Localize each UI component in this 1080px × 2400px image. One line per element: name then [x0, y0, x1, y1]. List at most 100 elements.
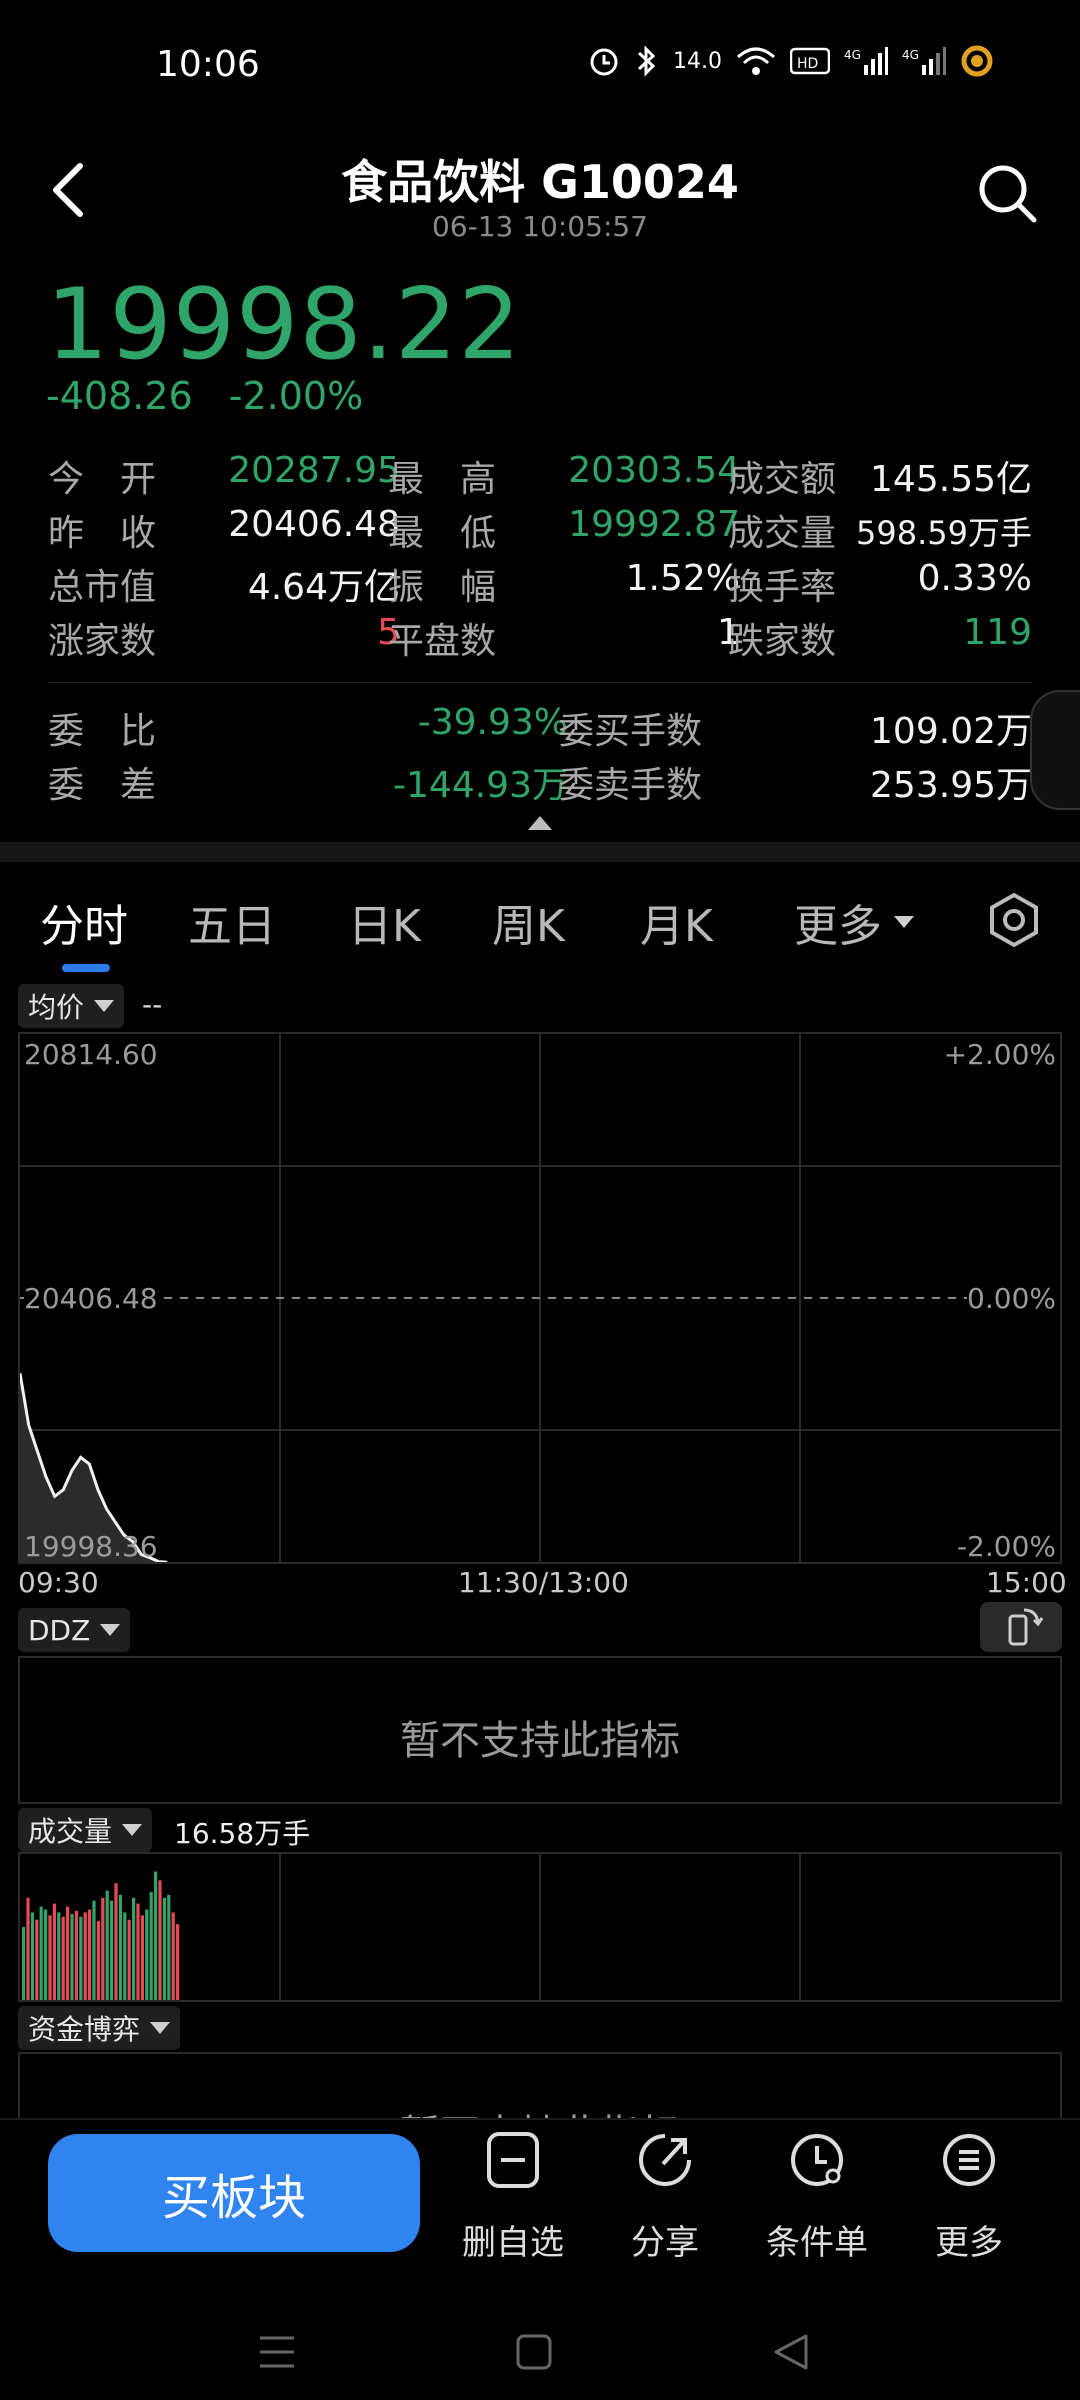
conditional-order-button[interactable]: 条件单: [752, 2130, 882, 2264]
sell-lots-label: 委卖手数: [558, 765, 703, 806]
volume-bar: [26, 1897, 30, 2000]
signal-4g-icon-2: 4G: [902, 47, 946, 75]
ddz-unsupported-message: 暂不支持此指标: [400, 1718, 680, 1764]
tab-more-label: 更多: [794, 901, 882, 952]
tab-monthly-k[interactable]: 月K: [640, 890, 713, 954]
advancers-label: 涨家数: [48, 621, 157, 662]
sell-lots-value: 253.95万: [870, 765, 1032, 806]
market-cap-value: 4.64万亿: [247, 567, 400, 608]
buy-lots-label: 委买手数: [558, 711, 703, 752]
decliners-value: 119: [963, 612, 1032, 653]
unchanged-label: 平盘数: [388, 621, 497, 662]
change-amount: -408.26: [46, 374, 193, 418]
tab-intraday[interactable]: 分时: [40, 890, 128, 954]
price-mid-label: 20406.48: [24, 1282, 158, 1315]
volume-bar: [132, 1897, 136, 2000]
avg-price-dropdown[interactable]: 均价: [18, 984, 125, 1028]
remove-watchlist-button[interactable]: 删自选: [448, 2130, 578, 2264]
wifi-icon: [737, 47, 775, 75]
clock-icon: [791, 2134, 843, 2186]
prev-close-value: 20406.48: [228, 504, 400, 545]
buy-lots-value: 109.02万: [870, 711, 1032, 752]
bid-diff-label: 委 差: [48, 765, 157, 806]
volume-label: 成交量: [728, 513, 837, 554]
recent-apps-icon[interactable]: [258, 2334, 296, 2370]
tab-more[interactable]: 更多: [794, 890, 914, 954]
ddz-panel: 暂不支持此指标: [18, 1656, 1062, 1804]
chevron-down-icon: [100, 1624, 121, 1636]
bluetooth-icon: [637, 45, 656, 77]
tab-daily-k[interactable]: 日K: [348, 890, 421, 954]
tab-five-day[interactable]: 五日: [188, 890, 276, 954]
amount-value: 145.55亿: [870, 459, 1032, 500]
volume-bar: [70, 1913, 74, 2000]
volume-bar: [39, 1906, 43, 2000]
fund-flow-label: 资金博弈: [28, 2013, 141, 2046]
back-nav-icon[interactable]: [772, 2332, 810, 2372]
rotate-icon: [1008, 1608, 1044, 1646]
chevron-down-icon: [94, 1000, 115, 1012]
volume-bar: [154, 1871, 158, 2000]
divider: [48, 682, 1032, 683]
section-separator: [0, 842, 1080, 862]
bid-ratio-value: -39.93%: [417, 702, 568, 743]
low-value: 19992.87: [568, 504, 740, 545]
status-time: 10:06: [156, 44, 260, 85]
remove-watchlist-icon: [487, 2132, 539, 2188]
buy-sector-button[interactable]: 买板块: [48, 2134, 420, 2252]
share-button[interactable]: 分享: [600, 2130, 730, 2264]
battery-icon: [961, 45, 993, 77]
home-icon[interactable]: [516, 2334, 552, 2370]
page-title: 食品饮料 G10024: [341, 155, 739, 209]
low-label: 最 低: [388, 513, 497, 554]
ddz-dropdown[interactable]: DDZ: [18, 1608, 131, 1652]
bid-diff-value: -144.93万: [393, 765, 568, 806]
more-actions-button[interactable]: 更多: [904, 2130, 1034, 2264]
pct-mid-label: 0.00%: [967, 1282, 1056, 1315]
bid-ratio-label: 委 比: [48, 711, 157, 752]
volume-bar: [118, 1894, 122, 2000]
rotate-screen-button[interactable]: [980, 1602, 1062, 1652]
svg-text:4G: 4G: [902, 48, 919, 62]
volume-bar: [101, 1897, 105, 2000]
hd-icon: HD: [790, 47, 830, 75]
intraday-chart-canvas: [20, 1034, 1060, 1562]
volume-bar: [176, 1924, 180, 2000]
volume-bar: [79, 1916, 83, 2000]
volume-value: 598.59万手: [856, 514, 1032, 552]
change-percent: -2.00%: [228, 374, 364, 418]
network-speed: 14.0: [673, 48, 722, 74]
settings-gear-icon[interactable]: [986, 892, 1042, 948]
quote-row: 今 开 20287.95 最 高 20303.54 成交额 145.55亿: [48, 450, 1032, 504]
open-label: 今 开: [48, 459, 157, 500]
volume-bar: [140, 1915, 144, 2000]
volume-bar: [171, 1912, 175, 2000]
remove-watchlist-label: 删自选: [462, 2223, 564, 2263]
fund-flow-dropdown[interactable]: 资金博弈: [18, 2006, 181, 2050]
side-drawer-handle[interactable]: [1030, 690, 1080, 810]
volume-bar: [52, 1903, 56, 2000]
chevron-down-icon: [894, 916, 914, 928]
volume-bar: [167, 1894, 171, 2000]
turnover-label: 换手率: [728, 567, 837, 608]
time-mid-label: 11:30/13:00: [458, 1566, 629, 1599]
alarm-icon: [590, 48, 618, 76]
volume-bar: [96, 1921, 100, 2000]
volume-bar: [92, 1900, 96, 2000]
share-icon: [639, 2134, 691, 2186]
tab-weekly-k[interactable]: 周K: [492, 890, 565, 954]
search-icon[interactable]: [976, 162, 1038, 224]
system-nav-bar: [0, 2298, 1080, 2400]
active-tab-indicator: [62, 964, 110, 972]
chevron-down-icon: [150, 2022, 171, 2034]
high-value: 20303.54: [568, 450, 740, 491]
volume-dropdown[interactable]: 成交量: [18, 1808, 153, 1852]
time-start-label: 09:30: [18, 1566, 99, 1599]
pct-bottom-label: -2.00%: [956, 1530, 1056, 1563]
volume-chart[interactable]: [18, 1852, 1062, 2002]
collapse-arrow-icon[interactable]: [528, 816, 552, 830]
price-bottom-label: 19998.36: [24, 1530, 158, 1563]
current-price: 19998.22: [46, 268, 522, 382]
intraday-chart[interactable]: 20814.60 20406.48 19998.36 +2.00% 0.00% …: [18, 1032, 1062, 1564]
avg-price-label: 均价: [28, 991, 85, 1024]
